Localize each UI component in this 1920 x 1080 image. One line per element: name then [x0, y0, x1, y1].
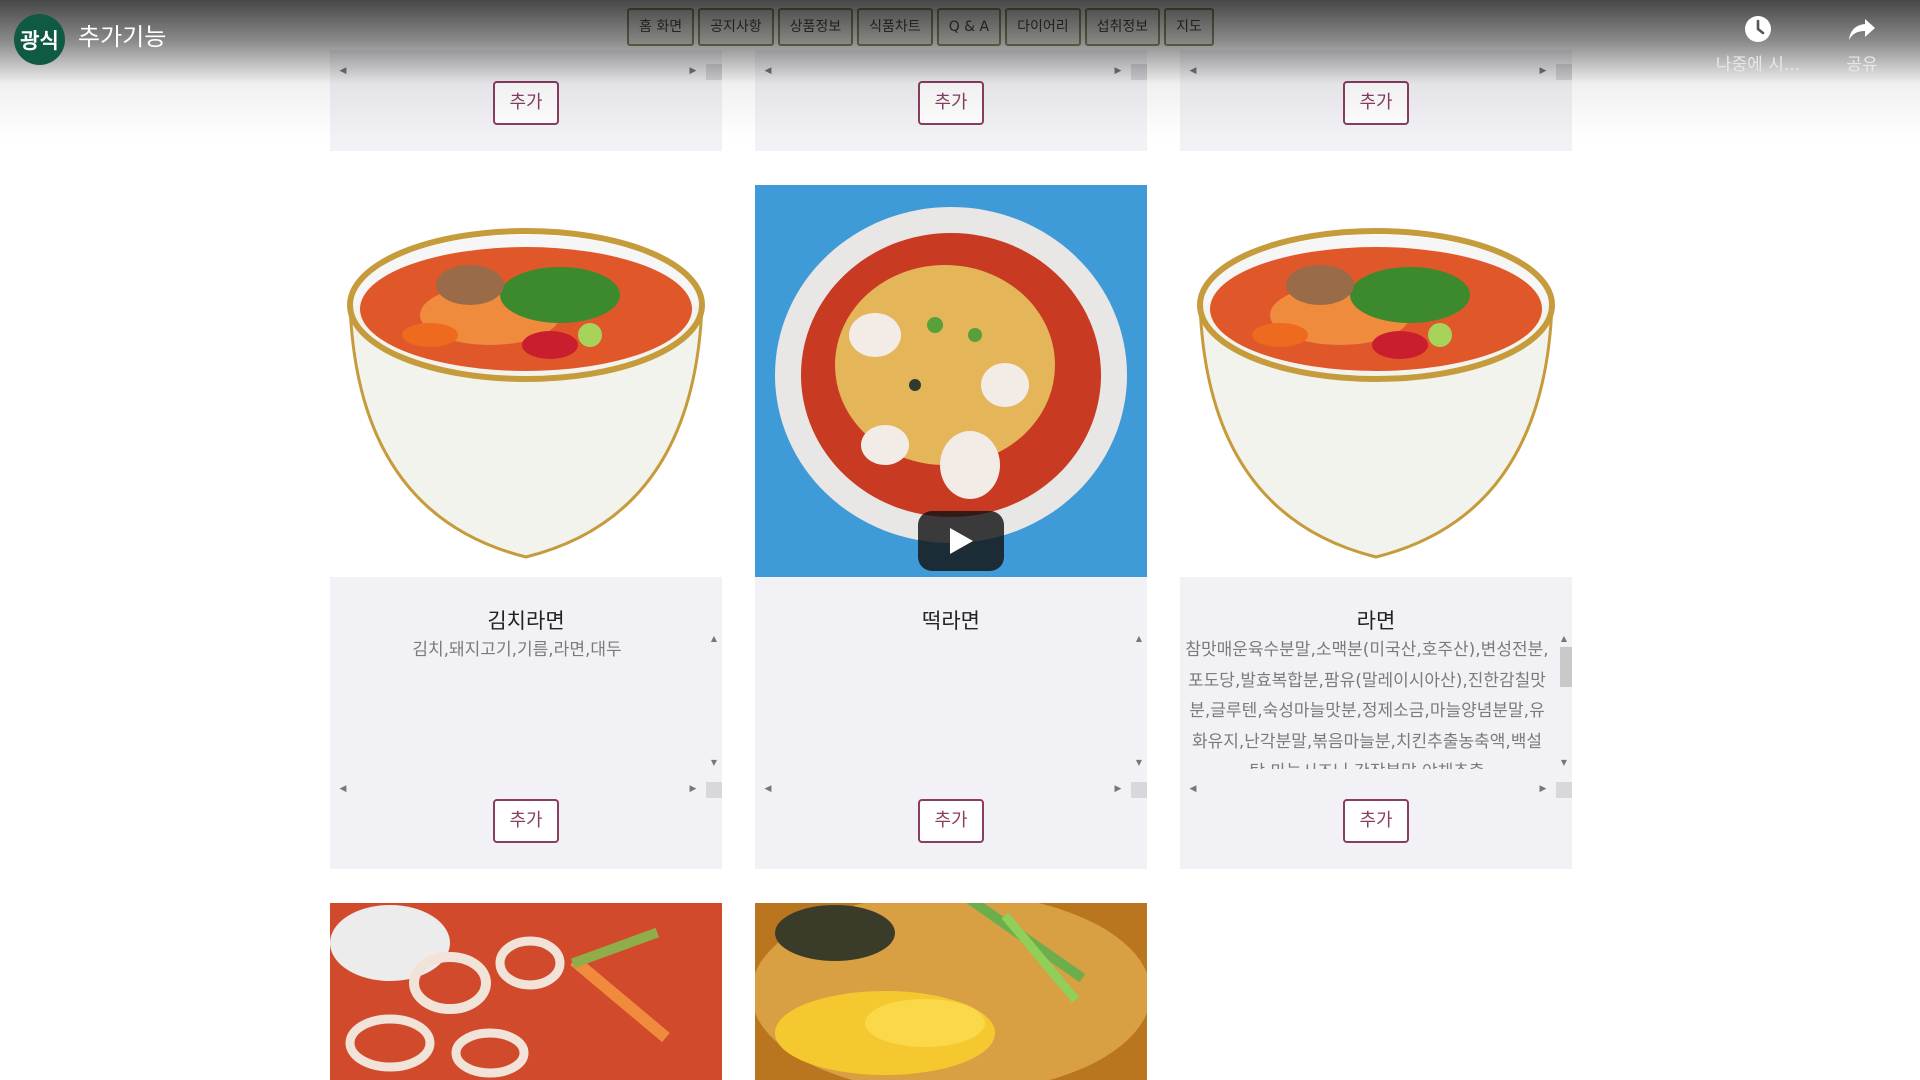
scroll-up-arrow-icon[interactable]: ▲	[1131, 633, 1147, 645]
scroll-left-arrow-icon[interactable]: ◀	[761, 782, 775, 796]
scroll-down-arrow-icon[interactable]: ▼	[1131, 757, 1147, 769]
channel-avatar[interactable]: 광식	[14, 14, 65, 65]
share-label: 공유	[1846, 55, 1878, 75]
video-title[interactable]: 추가기능	[78, 22, 166, 52]
scroll-left-arrow-icon[interactable]: ◀	[761, 64, 775, 78]
add-button[interactable]: 추가	[493, 799, 559, 843]
scroll-right-arrow-icon[interactable]: ▶	[1111, 64, 1125, 78]
nav-home-button[interactable]: 홈 화면	[627, 8, 695, 46]
scrollbar-corner	[706, 64, 722, 80]
horizontal-scrollbar[interactable]: ◀ ▶	[755, 782, 1147, 798]
scroll-right-arrow-icon[interactable]: ▶	[686, 64, 700, 78]
site-navigation: 홈 화면 공지사항 상품정보 식품차트 Q & A 다이어리 섭취정보 지도	[627, 8, 1214, 46]
product-description	[755, 633, 1131, 769]
horizontal-scrollbar[interactable]: ◀ ▶	[1180, 64, 1572, 80]
nav-map-button[interactable]: 지도	[1164, 8, 1214, 46]
share-arrow-icon	[1849, 19, 1875, 40]
play-button[interactable]	[918, 511, 1004, 571]
scroll-up-arrow-icon[interactable]: ▲	[706, 633, 722, 645]
product-description: 참맛매운육수분말,소맥분(미국산,호주산),변성전분,포도당,발효복합분,팜유(…	[1185, 640, 1549, 769]
scrollbar-thumb[interactable]	[1560, 647, 1572, 687]
vertical-scrollbar[interactable]: ▲ ▼	[706, 633, 722, 769]
product-card: ◀ ▶ 추가	[755, 50, 1147, 151]
scrollbar-corner	[1131, 64, 1147, 80]
watch-later-label: 나중에 시...	[1715, 55, 1801, 75]
add-button[interactable]: 추가	[1343, 81, 1409, 125]
scroll-down-arrow-icon[interactable]: ▼	[706, 757, 722, 769]
video-player[interactable]: ◀ ▶ 추가 ◀ ▶ 추가 ◀ ▶ 추가 김치라면 김치,돼지고기,기름,라면,…	[0, 0, 1920, 1080]
add-button[interactable]: 추가	[493, 81, 559, 125]
product-name: 라면	[1356, 609, 1396, 633]
scroll-left-arrow-icon[interactable]: ◀	[336, 64, 350, 78]
product-name: 김치라면	[487, 609, 565, 633]
product-description: 김치,돼지고기,기름,라면,대두	[412, 640, 622, 660]
scroll-left-arrow-icon[interactable]: ◀	[1186, 64, 1200, 78]
scroll-left-arrow-icon[interactable]: ◀	[1186, 782, 1200, 796]
product-card-kimchi-ramen: 김치라면 김치,돼지고기,기름,라면,대두 ▲ ▼ ◀ ▶ 추가	[330, 185, 722, 869]
nav-intake-info-button[interactable]: 섭취정보	[1084, 8, 1161, 46]
product-card	[755, 903, 1147, 1080]
play-icon	[950, 528, 973, 554]
ramen-bowl-image	[1180, 185, 1572, 577]
nav-qna-button[interactable]: Q & A	[936, 8, 1002, 46]
scroll-right-arrow-icon[interactable]: ▶	[686, 782, 700, 796]
nav-product-info-button[interactable]: 상품정보	[777, 8, 854, 46]
nav-food-chart-button[interactable]: 식품차트	[857, 8, 933, 46]
product-card	[330, 903, 722, 1080]
scrollbar-corner	[1131, 782, 1147, 798]
product-card-ramen: 라면 참맛매운육수분말,소맥분(미국산,호주산),변성전분,포도당,발효복합분,…	[1180, 185, 1572, 869]
cheese-ramen-image	[755, 903, 1147, 1080]
add-button[interactable]: 추가	[918, 81, 984, 125]
scrollbar-corner	[1556, 782, 1572, 798]
product-name: 떡라면	[922, 609, 980, 633]
horizontal-scrollbar[interactable]: ◀ ▶	[1180, 782, 1572, 798]
scroll-down-arrow-icon[interactable]: ▼	[1556, 757, 1572, 769]
nav-notice-button[interactable]: 공지사항	[698, 8, 774, 46]
horizontal-scrollbar[interactable]: ◀ ▶	[330, 782, 722, 798]
vertical-scrollbar[interactable]: ▲ ▼	[1556, 633, 1572, 769]
scroll-left-arrow-icon[interactable]: ◀	[336, 782, 350, 796]
watch-later-button[interactable]: 나중에 시...	[1708, 14, 1808, 75]
add-button[interactable]: 추가	[918, 799, 984, 843]
add-button[interactable]: 추가	[1343, 799, 1409, 843]
horizontal-scrollbar[interactable]: ◀ ▶	[330, 64, 722, 80]
clock-icon	[1745, 16, 1771, 42]
product-card: ◀ ▶ 추가	[1180, 50, 1572, 151]
scroll-right-arrow-icon[interactable]: ▶	[1536, 64, 1550, 78]
scroll-right-arrow-icon[interactable]: ▶	[1111, 782, 1125, 796]
ramen-bowl-image	[330, 185, 722, 577]
horizontal-scrollbar[interactable]: ◀ ▶	[755, 64, 1147, 80]
product-card: ◀ ▶ 추가	[330, 50, 722, 151]
nav-diary-button[interactable]: 다이어리	[1005, 8, 1081, 46]
share-button[interactable]: 공유	[1832, 14, 1892, 75]
scroll-up-arrow-icon[interactable]: ▲	[1556, 633, 1572, 645]
scrollbar-corner	[1556, 64, 1572, 80]
seafood-ramen-image	[330, 903, 722, 1080]
scrollbar-corner	[706, 782, 722, 798]
vertical-scrollbar[interactable]: ▲ ▼	[1131, 633, 1147, 769]
scroll-right-arrow-icon[interactable]: ▶	[1536, 782, 1550, 796]
